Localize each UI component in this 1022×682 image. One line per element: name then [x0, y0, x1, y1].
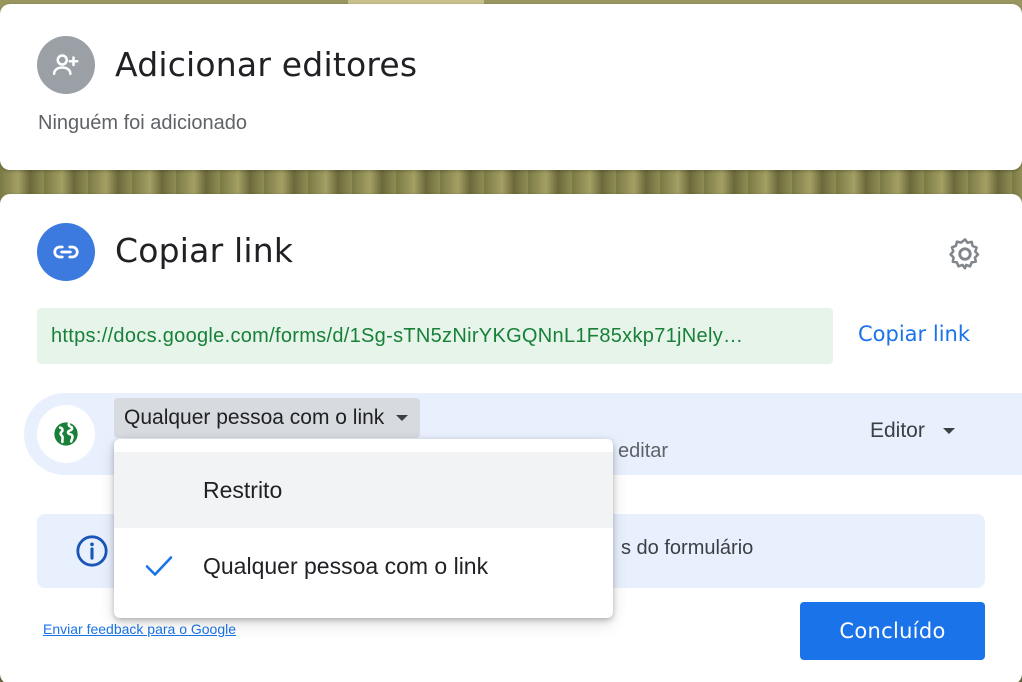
info-text: s do formulário: [621, 537, 754, 559]
editors-status: Ninguém foi adicionado: [38, 112, 248, 134]
menu-item-label: Restrito: [203, 476, 283, 503]
gear-icon[interactable]: [946, 235, 984, 273]
check-icon: [145, 556, 173, 576]
person-add-icon[interactable]: [37, 36, 95, 94]
done-button[interactable]: Concluído: [800, 602, 985, 660]
send-feedback-link[interactable]: Enviar feedback para o Google: [43, 621, 236, 637]
add-editors-card: Adicionar editores Ninguém foi adicionad…: [0, 4, 1022, 170]
share-url-field[interactable]: https://docs.google.com/forms/d/1Sg-sTN5…: [37, 308, 833, 364]
menu-item-restricted[interactable]: Restrito: [114, 452, 613, 528]
chevron-down-icon: [396, 415, 409, 421]
copy-link-button[interactable]: Copiar link: [858, 322, 970, 346]
add-editors-title: Adicionar editores: [115, 45, 418, 84]
copy-link-title: Copiar link: [115, 231, 294, 270]
info-icon: [76, 535, 108, 567]
menu-item-label: Qualquer pessoa com o link: [203, 552, 489, 579]
link-access-dropdown[interactable]: Qualquer pessoa com o link: [114, 398, 421, 438]
link-access-menu: Restrito Qualquer pessoa com o link: [114, 439, 613, 618]
globe-icon: [37, 405, 95, 463]
chevron-down-icon: [942, 428, 955, 434]
share-url-text: https://docs.google.com/forms/d/1Sg-sTN5…: [51, 324, 744, 347]
link-access-label: Qualquer pessoa com o link: [124, 406, 385, 429]
role-label: Editor: [870, 419, 925, 442]
menu-item-anyone-with-link[interactable]: Qualquer pessoa com o link: [114, 528, 613, 604]
link-access-description: editar: [618, 440, 669, 462]
role-dropdown[interactable]: Editor: [870, 419, 955, 443]
link-icon: [37, 223, 95, 281]
